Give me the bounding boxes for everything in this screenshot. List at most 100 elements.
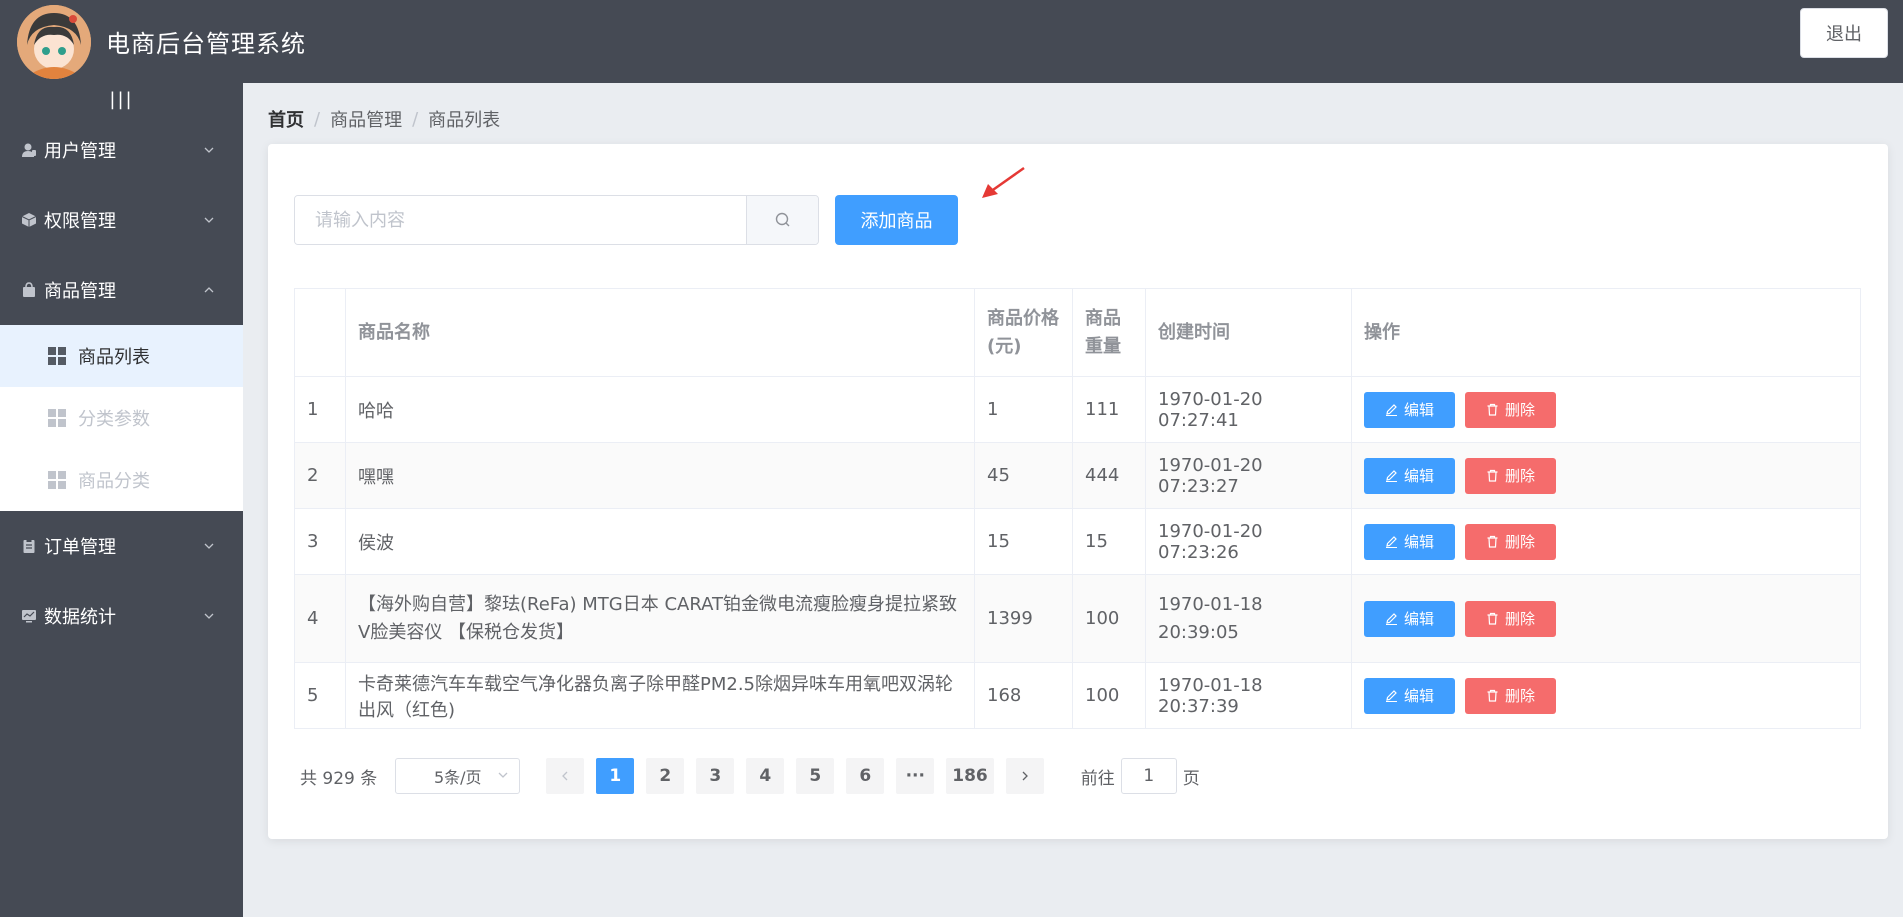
page-button[interactable]: 2 [646, 758, 685, 794]
column-header-price: 商品价格(元) [974, 288, 1073, 377]
cell-weight: 100 [1072, 662, 1146, 729]
sidebar-subitem-label: 商品分类 [78, 471, 150, 492]
edit-button[interactable]: 编辑 [1364, 457, 1455, 494]
sidebar-subitem-label: 分类参数 [78, 409, 150, 430]
page-button[interactable]: 4 [746, 758, 785, 794]
cell-index: 3 [294, 508, 346, 575]
add-goods-button[interactable]: 添加商品 [835, 195, 958, 245]
delete-button[interactable]: 删除 [1465, 677, 1556, 714]
trash-icon [1487, 469, 1498, 482]
table-row: 4 【海外购自营】黎珐(ReFa) MTG日本 CARAT铂金微电流瘦脸瘦身提拉… [294, 574, 1861, 663]
more-pages-button[interactable]: ··· [896, 758, 935, 794]
sidebar-subitem-params[interactable]: 分类参数 [0, 387, 243, 449]
breadcrumb-item: 商品列表 [428, 110, 501, 131]
sidebar-item-stats[interactable]: 数据统计 [0, 581, 243, 651]
sidebar-item-label: 权限管理 [44, 211, 116, 232]
page-button[interactable]: 3 [696, 758, 735, 794]
page-button[interactable]: 1 [596, 758, 635, 794]
cell-index: 1 [294, 376, 346, 443]
chevron-left-icon [562, 771, 568, 781]
prev-page-button[interactable] [546, 758, 585, 794]
chevron-down-icon [203, 540, 215, 552]
goto-prefix: 前往 [1080, 768, 1115, 789]
sidebar-subitem-label: 商品列表 [78, 347, 150, 368]
delete-button[interactable]: 删除 [1465, 600, 1556, 637]
edit-button[interactable]: 编辑 [1364, 391, 1455, 428]
cell-time: 1970-01-18 20:39:05 [1145, 574, 1352, 663]
cell-index: 2 [294, 442, 346, 509]
edit-icon [1385, 690, 1397, 702]
cell-weight: 444 [1072, 442, 1146, 509]
cell-name: 哈哈 [345, 376, 975, 443]
page-button[interactable]: 5 [796, 758, 835, 794]
delete-label: 删除 [1504, 687, 1535, 705]
monitor-icon [20, 607, 38, 625]
cell-name: 侯波 [345, 508, 975, 575]
cell-name: 卡奇莱德汽车车载空气净化器负离子除甲醛PM2.5除烟异味车用氧吧双涡轮出风（红色… [345, 662, 975, 729]
edit-icon [1385, 404, 1397, 416]
column-header-time: 创建时间 [1145, 288, 1352, 377]
sidebar-toggle[interactable]: ||| [0, 83, 243, 115]
page-size-value: 5条/页 [433, 768, 482, 787]
goto-suffix: 页 [1182, 768, 1200, 789]
edit-label: 编辑 [1403, 467, 1434, 485]
page-size-select[interactable]: 5条/页 [395, 758, 521, 794]
delete-label: 删除 [1504, 533, 1535, 551]
search-button[interactable] [746, 196, 818, 244]
sidebar-item-orders[interactable]: 订单管理 [0, 511, 243, 581]
sidebar-subitem-categories[interactable]: 商品分类 [0, 449, 243, 511]
cell-index: 5 [294, 662, 346, 729]
next-page-button[interactable] [1005, 758, 1044, 794]
edit-icon [1385, 470, 1397, 482]
delete-button[interactable]: 删除 [1465, 391, 1556, 428]
delete-label: 删除 [1504, 467, 1535, 485]
breadcrumb-home[interactable]: 首页 [268, 106, 304, 132]
edit-icon [1385, 536, 1397, 548]
app-header: 电商后台管理系统 退出 [0, 0, 1903, 83]
chevron-down-icon [203, 610, 215, 622]
sidebar-subitem-goods-list[interactable]: 商品列表 [0, 325, 243, 387]
cell-price: 15 [974, 508, 1073, 575]
sidebar-item-label: 数据统计 [44, 607, 116, 628]
goods-table: 商品名称 商品价格(元) 商品重量 创建时间 操作 1 哈哈 1 111 197… [294, 288, 1861, 729]
delete-label: 删除 [1504, 401, 1535, 419]
goto-page-input[interactable] [1120, 758, 1177, 794]
trash-icon [1487, 403, 1498, 416]
search-input[interactable] [295, 196, 746, 244]
breadcrumb-item: 商品管理 [330, 110, 403, 131]
breadcrumb-separator: / [412, 108, 419, 130]
page-button[interactable]: 6 [846, 758, 885, 794]
delete-button[interactable]: 删除 [1465, 457, 1556, 494]
pagination: 共 929 条 5条/页 1 2 3 4 5 6 ··· 186 前往 页 [300, 758, 1200, 794]
edit-label: 编辑 [1403, 533, 1434, 551]
goods-submenu: 商品列表 分类参数 商品分类 [0, 325, 243, 511]
chevron-right-icon [1022, 771, 1028, 781]
cell-index: 4 [294, 574, 346, 663]
cell-actions: 编辑 删除 [1351, 442, 1861, 509]
cell-actions: 编辑 删除 [1351, 574, 1861, 663]
logo-avatar [17, 4, 91, 79]
delete-button[interactable]: 删除 [1465, 523, 1556, 560]
grid-icon [48, 471, 66, 489]
search-icon [775, 212, 789, 227]
user-icon [20, 141, 38, 159]
sidebar: ||| 用户管理 权限管理 商品管理 商品列表 分类参数 商品分类 订单管理 数… [0, 83, 243, 917]
chevron-down-icon [497, 769, 509, 784]
table-row: 5 卡奇莱德汽车车载空气净化器负离子除甲醛PM2.5除烟异味车用氧吧双涡轮出风（… [294, 662, 1861, 729]
cell-weight: 111 [1072, 376, 1146, 443]
edit-button[interactable]: 编辑 [1364, 677, 1455, 714]
sidebar-item-permissions[interactable]: 权限管理 [0, 185, 243, 255]
logout-button[interactable]: 退出 [1800, 8, 1888, 58]
table-row: 2 嘿嘿 45 444 1970-01-20 07:23:27 编辑 删除 [294, 442, 1861, 509]
edit-button[interactable]: 编辑 [1364, 600, 1455, 637]
edit-button[interactable]: 编辑 [1364, 523, 1455, 560]
sidebar-item-users[interactable]: 用户管理 [0, 115, 243, 185]
column-header-name: 商品名称 [345, 288, 975, 377]
cell-weight: 15 [1072, 508, 1146, 575]
goto-page: 前往 页 [1081, 758, 1200, 794]
delete-label: 删除 [1504, 609, 1535, 628]
page-button[interactable]: 186 [946, 758, 994, 794]
cell-name: 【海外购自营】黎珐(ReFa) MTG日本 CARAT铂金微电流瘦脸瘦身提拉紧致… [345, 574, 975, 663]
cell-time: 1970-01-18 20:37:39 [1145, 662, 1352, 729]
sidebar-item-goods[interactable]: 商品管理 [0, 255, 243, 325]
